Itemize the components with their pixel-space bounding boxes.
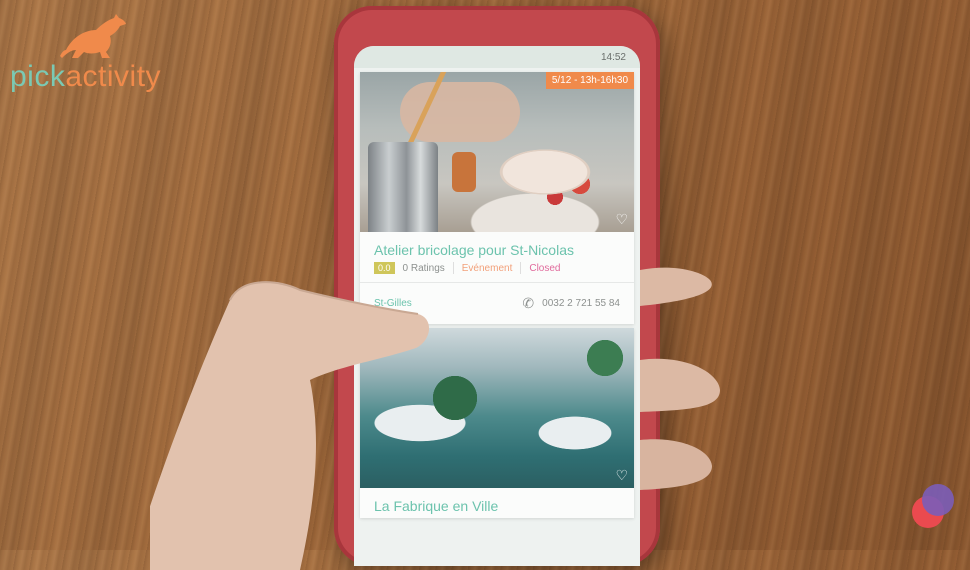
status-time: 14:52 bbox=[600, 51, 626, 63]
status-bar: 14:52 bbox=[354, 46, 640, 68]
divider bbox=[520, 262, 522, 274]
kangaroo-icon bbox=[60, 14, 126, 58]
divider bbox=[452, 262, 454, 274]
status-tag: Closed bbox=[529, 262, 561, 274]
date-tag: 5/12 - 13h-16h30 bbox=[545, 72, 634, 89]
photo-hand bbox=[400, 82, 520, 142]
brand-wordmark: pickactivity bbox=[10, 60, 161, 94]
photo-bottle bbox=[452, 152, 476, 192]
type-tag: Evénement bbox=[461, 262, 513, 274]
brand-part-activity: activity bbox=[65, 60, 162, 93]
heart-icon[interactable]: ♡ bbox=[615, 211, 628, 228]
phone-row[interactable]: ✆ 0032 2 721 55 84 bbox=[522, 295, 620, 312]
photo-tin bbox=[368, 142, 438, 232]
pickactivity-logo: pickactivity bbox=[10, 12, 180, 102]
card-title[interactable]: Atelier bricolage pour St-Nicolas bbox=[360, 232, 634, 262]
heart-icon[interactable]: ♡ bbox=[615, 467, 628, 484]
phone-icon: ✆ bbox=[522, 295, 535, 311]
phone-number: 0032 2 721 55 84 bbox=[542, 298, 620, 309]
hand-fingers bbox=[640, 267, 720, 490]
corner-logo-badge bbox=[912, 484, 954, 528]
hand-thumb bbox=[150, 281, 429, 570]
brand-part-pick: pick bbox=[10, 60, 66, 93]
activity-photo[interactable]: 5/12 - 13h-16h30 ♡ bbox=[360, 72, 634, 232]
